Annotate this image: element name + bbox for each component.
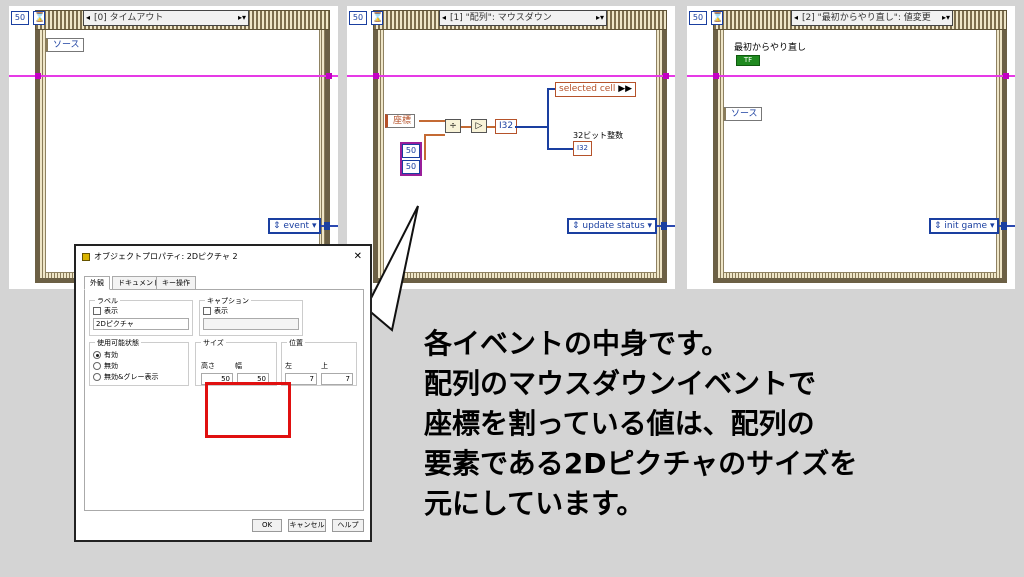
state-enabled-radio[interactable]: 有効: [93, 350, 118, 360]
tab-key-navigation[interactable]: キー操作: [156, 276, 196, 290]
state-disabled-radio[interactable]: 無効: [93, 361, 118, 371]
label-show-text: 表示: [104, 307, 118, 315]
state-option-label: 有効: [104, 351, 118, 359]
top-field[interactable]: 7: [321, 373, 353, 385]
appearance-panel: ラベル 表示 2Dピクチャ キャプション 表示 使用可能状態 有効 無効 無効&…: [84, 289, 364, 511]
checkbox-icon: [203, 307, 211, 315]
ok-button[interactable]: OK: [252, 519, 282, 532]
size-group-title: サイズ: [201, 338, 226, 348]
radio-icon: [93, 373, 101, 381]
size-highlight: [205, 382, 291, 438]
caption-line: 元にしています。: [424, 487, 645, 520]
label-group-title: ラベル: [95, 296, 120, 306]
state-grayed-radio[interactable]: 無効&グレー表示: [93, 372, 158, 382]
cancel-button[interactable]: キャンセル: [288, 519, 326, 532]
state-option-label: 無効&グレー表示: [104, 373, 159, 381]
position-group-title: 位置: [287, 338, 305, 348]
caption-group-title: キャプション: [205, 296, 251, 306]
radio-icon: [93, 362, 101, 370]
top-label: 上: [321, 362, 328, 370]
caption-text-field[interactable]: [203, 318, 299, 330]
checkbox-icon: [93, 307, 101, 315]
radio-icon: [93, 351, 101, 359]
state-option-label: 無効: [104, 362, 118, 370]
caption-show-text: 表示: [214, 307, 228, 315]
caption-line: 座標を割っている値は、配列の: [424, 407, 815, 440]
label-text-field[interactable]: 2Dピクチャ: [93, 318, 189, 330]
width-label: 幅: [235, 362, 242, 370]
close-icon[interactable]: ✕: [354, 246, 362, 268]
height-label: 高さ: [201, 362, 215, 370]
caption-line: 配列のマウスダウンイベントで: [424, 367, 817, 400]
caption-show-checkbox[interactable]: 表示: [203, 306, 228, 316]
caption-line: 要素である2Dピクチャのサイズを: [424, 447, 858, 480]
state-group-title: 使用可能状態: [95, 338, 141, 348]
tab-appearance[interactable]: 外観: [84, 276, 110, 290]
help-button[interactable]: ヘルプ: [332, 519, 364, 532]
left-label: 左: [285, 362, 292, 370]
dialog-title: オブジェクトプロパティ: 2Dピクチャ 2: [94, 252, 238, 261]
label-show-checkbox[interactable]: 表示: [93, 306, 118, 316]
object-properties-dialog: オブジェクトプロパティ: 2Dピクチャ 2 ✕ 外観 ドキュメント キー操作 ラ…: [74, 244, 372, 542]
explanation-caption: 各イベントの中身です。 配列のマウスダウンイベントで 座標を割っている値は、配列…: [424, 324, 857, 524]
caption-line: 各イベントの中身です。: [424, 327, 730, 360]
